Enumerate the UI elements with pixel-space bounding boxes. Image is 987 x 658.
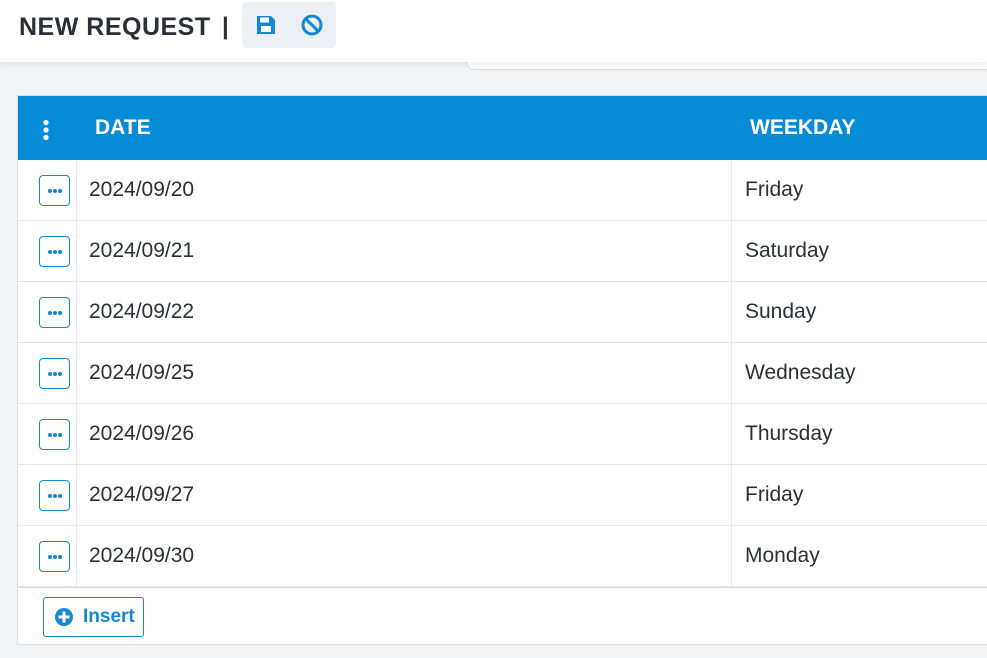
insert-button-label: Insert (83, 606, 135, 627)
insert-button[interactable]: Insert (43, 597, 144, 637)
weekday-cell[interactable]: Wednesday (745, 361, 856, 385)
more-icon (47, 554, 62, 559)
data-grid: DATE WEEKDAY 2024/09/20 Friday 2024/09/2… (17, 95, 987, 645)
row-actions-button[interactable] (39, 358, 70, 389)
weekday-cell[interactable]: Friday (745, 178, 803, 202)
date-cell[interactable]: 2024/09/21 (89, 239, 194, 263)
weekday-cell[interactable]: Sunday (745, 300, 816, 324)
more-icon (47, 493, 62, 498)
table-row: 2024/09/25 Wednesday (18, 343, 987, 404)
column-menu-icon[interactable] (40, 119, 52, 141)
table-row: 2024/09/26 Thursday (18, 404, 987, 465)
date-cell[interactable]: 2024/09/27 (89, 483, 194, 507)
more-icon (47, 249, 62, 254)
row-actions-button[interactable] (39, 541, 70, 572)
table-row: 2024/09/27 Friday (18, 465, 987, 526)
grid-footer: Insert (18, 587, 987, 645)
weekday-cell[interactable]: Friday (745, 483, 803, 507)
date-cell[interactable]: 2024/09/30 (89, 544, 194, 568)
save-button[interactable] (252, 11, 280, 39)
grid-header: DATE WEEKDAY (18, 96, 987, 160)
more-icon (47, 310, 62, 315)
table-row: 2024/09/22 Sunday (18, 282, 987, 343)
row-actions-button[interactable] (39, 419, 70, 450)
more-icon (47, 432, 62, 437)
cancel-button[interactable] (298, 11, 326, 39)
page-title: NEW REQUEST (19, 13, 211, 41)
grid-body: 2024/09/20 Friday 2024/09/21 Saturday 20… (18, 160, 987, 587)
row-actions-button[interactable] (39, 236, 70, 267)
date-cell[interactable]: 2024/09/25 (89, 361, 194, 385)
row-actions-button[interactable] (39, 297, 70, 328)
column-header-weekday[interactable]: WEEKDAY (750, 116, 855, 140)
title-separator: | (222, 13, 229, 40)
more-icon (47, 371, 62, 376)
row-actions-button[interactable] (39, 480, 70, 511)
toolbar (242, 2, 336, 48)
save-icon (257, 16, 275, 34)
weekday-cell[interactable]: Monday (745, 544, 820, 568)
cancel-icon (301, 14, 323, 36)
row-actions-button[interactable] (39, 175, 70, 206)
top-bar: NEW REQUEST | (0, 0, 987, 62)
more-icon (47, 188, 62, 193)
plus-circle-icon (55, 608, 73, 626)
weekday-cell[interactable]: Saturday (745, 239, 829, 263)
column-header-date[interactable]: DATE (95, 116, 151, 140)
table-row: 2024/09/20 Friday (18, 160, 987, 221)
table-row: 2024/09/21 Saturday (18, 221, 987, 282)
date-cell[interactable]: 2024/09/22 (89, 300, 194, 324)
table-row: 2024/09/30 Monday (18, 526, 987, 587)
weekday-cell[interactable]: Thursday (745, 422, 833, 446)
date-cell[interactable]: 2024/09/26 (89, 422, 194, 446)
date-cell[interactable]: 2024/09/20 (89, 178, 194, 202)
